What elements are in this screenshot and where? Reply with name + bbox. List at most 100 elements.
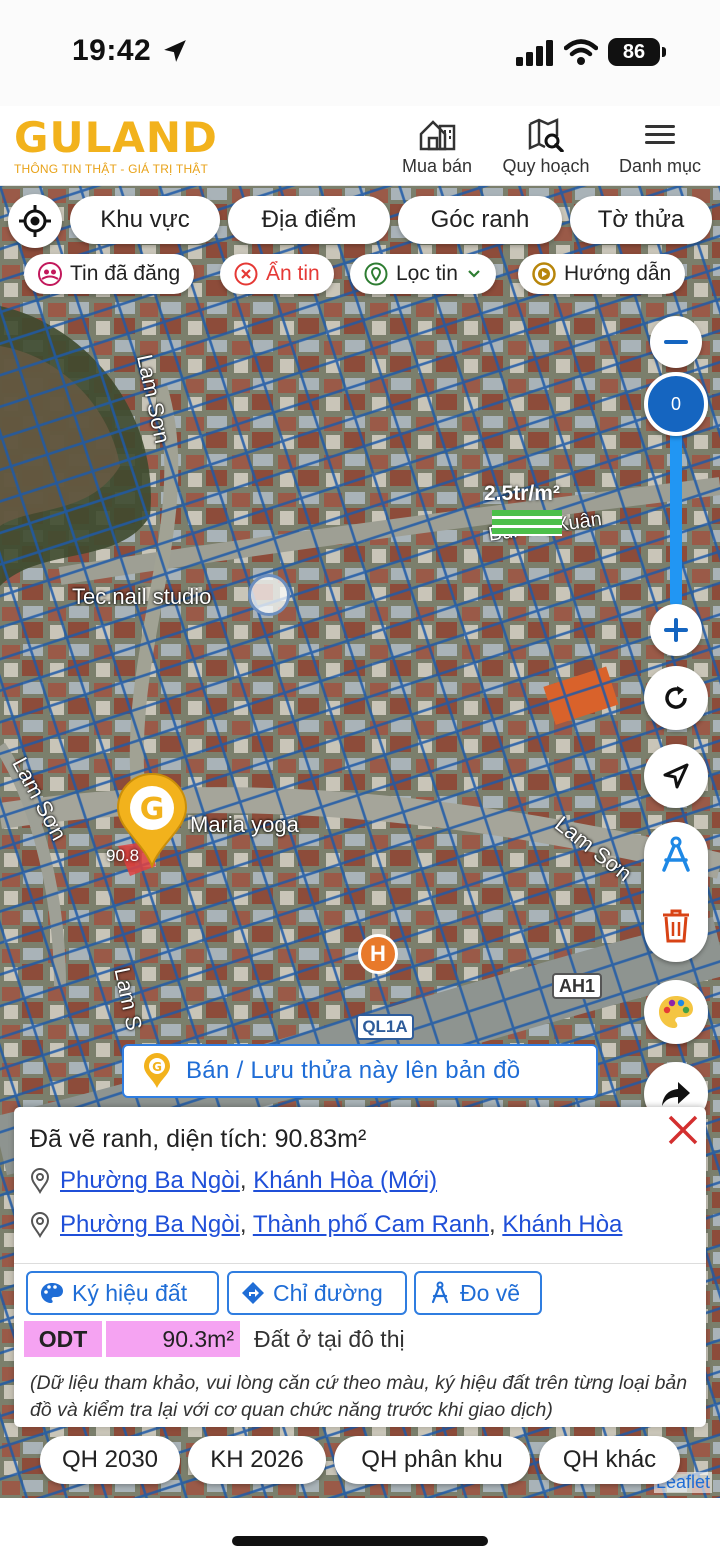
guide-button[interactable]: Hướng dẫn: [518, 254, 686, 294]
filter-goc-ranh-button[interactable]: Góc ranh: [398, 196, 562, 244]
location-icon: [364, 262, 388, 286]
bottom-safe-area: [0, 1498, 720, 1560]
filter-listings-label: Lọc tin: [396, 262, 458, 285]
address-old: Phường Ba Ngòi, Thành phố Cam Ranh, Khán…: [30, 1211, 622, 1239]
filter-khu-vuc-button[interactable]: Khu vực: [70, 196, 220, 244]
battery-indicator: 86: [608, 38, 660, 66]
posted-listings-button[interactable]: Tin đã đăng: [24, 254, 195, 294]
palette-icon: [659, 996, 693, 1028]
logo-tagline: THÔNG TIN THẬT - GIÁ TRỊ THẬT: [14, 162, 209, 176]
save-parcel-label: Bán / Lưu thửa này lên bản đồ: [186, 1057, 521, 1084]
tab-kh-2026[interactable]: KH 2026: [188, 1436, 326, 1484]
store-icon: [419, 120, 456, 151]
status-bar: 19:42 86: [0, 0, 720, 106]
route-badge-ql1a: QL1A: [356, 1014, 414, 1040]
battery-tip: [662, 47, 666, 57]
nav-danh-muc[interactable]: Danh mục: [614, 118, 706, 177]
share-arrow-icon: [662, 1082, 690, 1106]
app-header: GULAND THÔNG TIN THẬT - GIÁ TRỊ THẬT Mua…: [0, 106, 720, 186]
chevron-down-icon: [468, 270, 480, 278]
route-badge-ah1: AH1: [552, 973, 602, 999]
user-group-icon: [38, 262, 62, 286]
parcel-info-panel: Đã vẽ ranh, diện tích: 90.83m² Phường Ba…: [14, 1107, 706, 1427]
measure-label: Đo vẽ: [460, 1279, 521, 1306]
place-label-studio: Tec.nail studio: [72, 584, 212, 609]
nav-mua-ban[interactable]: Mua bán: [398, 118, 476, 177]
delete-drawing-button[interactable]: [660, 908, 692, 949]
price-marker-stripes: [492, 510, 562, 536]
city-link[interactable]: Thành phố Cam Ranh: [253, 1211, 489, 1238]
compass-draw-icon: [431, 1281, 449, 1304]
province-link[interactable]: Khánh Hòa (Mới): [253, 1167, 437, 1194]
locate-button[interactable]: [8, 194, 62, 248]
map-search-icon: [528, 118, 564, 152]
guide-label: Hướng dẫn: [564, 262, 672, 285]
nav-quy-hoach-label: Quy hoạch: [502, 156, 590, 176]
zoom-in-button[interactable]: [650, 604, 702, 656]
ward-link[interactable]: Phường Ba Ngòi: [60, 1167, 240, 1194]
tab-qh-khac[interactable]: QH khác: [539, 1436, 680, 1484]
land-symbol-button[interactable]: Ký hiệu đất: [26, 1271, 219, 1315]
crosshair-icon: [19, 205, 51, 237]
filter-dia-diem-button[interactable]: Địa điểm: [228, 196, 390, 244]
close-circle-icon: [234, 262, 258, 286]
province-link[interactable]: Khánh Hòa: [502, 1211, 622, 1238]
trash-icon: [663, 909, 689, 943]
filter-to-thua-button[interactable]: Tờ thửa: [570, 196, 712, 244]
refresh-icon: [665, 686, 687, 709]
location-arrow-icon: [164, 40, 186, 62]
map-marker-icon: [30, 1212, 50, 1238]
hide-listings-label: Ẩn tin: [266, 262, 320, 285]
save-parcel-button[interactable]: G Bán / Lưu thửa này lên bản đồ: [122, 1044, 598, 1098]
parcel-title: Đã vẽ ranh, diện tích: 90.83m²: [30, 1125, 367, 1153]
nav-quy-hoach[interactable]: Quy hoạch: [497, 118, 595, 177]
cellular-signal-icon: [516, 40, 553, 66]
posted-listings-label: Tin đã đăng: [70, 262, 181, 285]
marker-area-label: 90.8: [106, 846, 140, 865]
land-code-badge: ODT: [24, 1321, 102, 1357]
place-label-yoga: Maria yoga: [190, 812, 299, 837]
logo-text: GULAND: [14, 113, 218, 162]
home-indicator[interactable]: [232, 1536, 488, 1546]
divider: [14, 1263, 706, 1264]
plus-icon: [664, 618, 688, 642]
land-area-badge: 90.3m²: [106, 1321, 240, 1357]
map-style-button[interactable]: [644, 980, 708, 1044]
minus-icon: [664, 340, 688, 344]
disclaimer-note: (Dữ liệu tham khảo, vui lòng căn cứ theo…: [30, 1372, 688, 1421]
play-circle-icon: [532, 262, 556, 286]
directions-label: Chỉ đường: [273, 1279, 383, 1306]
compass-draw-icon: [662, 836, 690, 872]
navigation-arrow-icon: [663, 763, 689, 789]
nav-mua-ban-label: Mua bán: [401, 156, 473, 176]
poi-location-icon[interactable]: [248, 574, 290, 616]
land-symbol-label: Ký hiệu đất: [72, 1279, 188, 1306]
close-icon[interactable]: [666, 1113, 700, 1147]
zoom-slider-handle[interactable]: 0: [644, 372, 708, 436]
tab-qh-phan-khu[interactable]: QH phân khu: [334, 1436, 530, 1484]
menu-icon: [645, 125, 675, 144]
tab-qh-2030[interactable]: QH 2030: [40, 1436, 180, 1484]
poi-hotel-icon[interactable]: H: [358, 934, 398, 974]
measure-button[interactable]: Đo vẽ: [414, 1271, 542, 1315]
status-time: 19:42: [72, 34, 152, 67]
wifi-icon: [564, 39, 598, 65]
price-label[interactable]: 2.5tr/m²: [484, 482, 560, 506]
palette-icon: [41, 1283, 63, 1303]
guland-pin-icon: G: [144, 1053, 170, 1088]
hide-listings-button[interactable]: Ẩn tin: [220, 254, 334, 294]
measure-draw-button[interactable]: [656, 836, 696, 881]
nav-danh-muc-label: Danh mục: [618, 156, 702, 176]
filter-listings-button[interactable]: Lọc tin: [350, 254, 496, 294]
land-use-description: Đất ở tại đô thị: [254, 1326, 405, 1352]
ward-link[interactable]: Phường Ba Ngòi: [60, 1211, 240, 1238]
guland-logo[interactable]: GULAND THÔNG TIN THẬT - GIÁ TRỊ THẬT: [14, 113, 218, 177]
directions-icon: [242, 1282, 264, 1304]
zoom-out-button[interactable]: [650, 316, 702, 368]
svg-text:G: G: [140, 792, 165, 827]
directions-button[interactable]: Chỉ đường: [227, 1271, 407, 1315]
svg-text:G: G: [152, 1060, 162, 1074]
navigate-button[interactable]: [644, 744, 708, 808]
map-marker-icon: [30, 1168, 50, 1194]
refresh-button[interactable]: [644, 666, 708, 730]
